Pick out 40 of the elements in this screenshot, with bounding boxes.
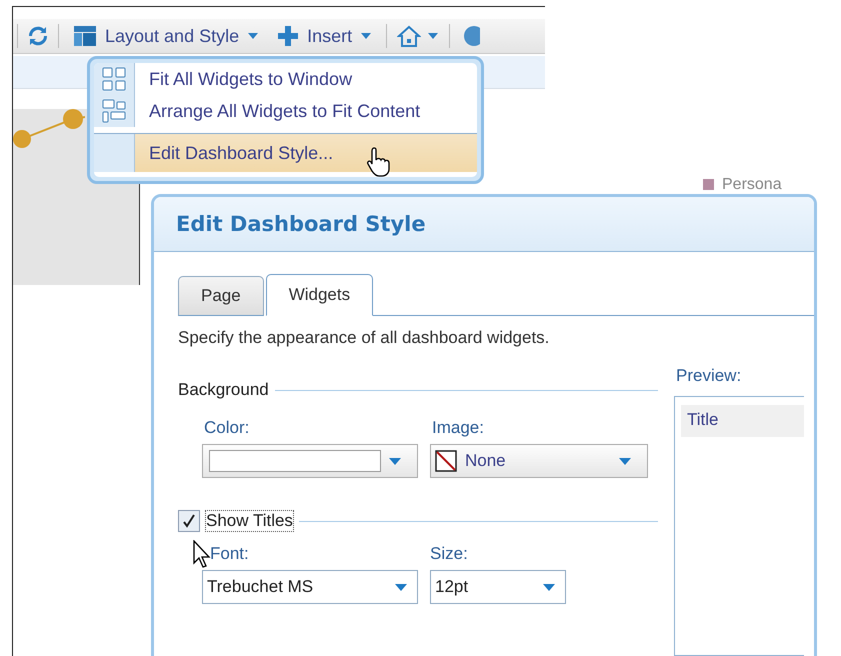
layout-and-style-menu[interactable]: Layout and Style [69,25,264,47]
caret-icon [247,32,260,40]
tab[interactable]: Page [178,276,264,316]
dropdown-arrow-icon [619,458,631,464]
description-text: Specify the appearance of all dashboard widgets. [178,328,550,348]
field-label: Image: [431,418,485,438]
checkbox[interactable] [178,510,200,532]
menu-item[interactable]: Arrange All Widgets to Fit Content [94,95,477,127]
dropdown-arrow-icon [543,584,555,590]
no-image-icon [435,450,457,472]
tab[interactable]: Widgets [266,274,374,316]
checkmark-icon [181,513,197,529]
menu-item[interactable]: Fit All Widgets to Window [94,63,477,95]
legend-item: Persona [703,176,782,193]
dropdown-arrow-icon [389,458,401,464]
size-dropdown[interactable]: 12pt [430,570,566,604]
section-heading: Background [178,380,269,400]
field-label: Color: [203,418,250,438]
preview-title: Title [681,405,804,437]
caret-icon [360,32,372,40]
menu-item[interactable]: Edit Dashboard Style... [94,133,477,172]
caret-icon[interactable] [427,32,440,40]
field-label: Size: [430,544,469,564]
color-picker[interactable] [202,444,418,478]
house-icon[interactable] [397,25,422,47]
refresh-icon[interactable] [28,26,48,46]
checkbox-label[interactable]: Show Titles [206,511,293,531]
layout-icon [73,25,97,47]
dropdown-arrow-icon [395,584,407,590]
plus-icon [277,25,300,47]
font-dropdown[interactable]: Trebuchet MS [202,570,418,604]
dialog-title: Edit Dashboard Style [176,212,426,236]
line-chart-drawing [13,109,85,149]
insert-menu[interactable]: Insert [273,25,376,47]
grid-icon [101,66,127,92]
arrange-icon [101,98,127,124]
preview-label: Preview: [675,366,742,386]
image-dropdown[interactable]: None [430,444,648,478]
field-label: Font: [209,544,250,564]
arrow-cursor-icon [193,540,211,568]
